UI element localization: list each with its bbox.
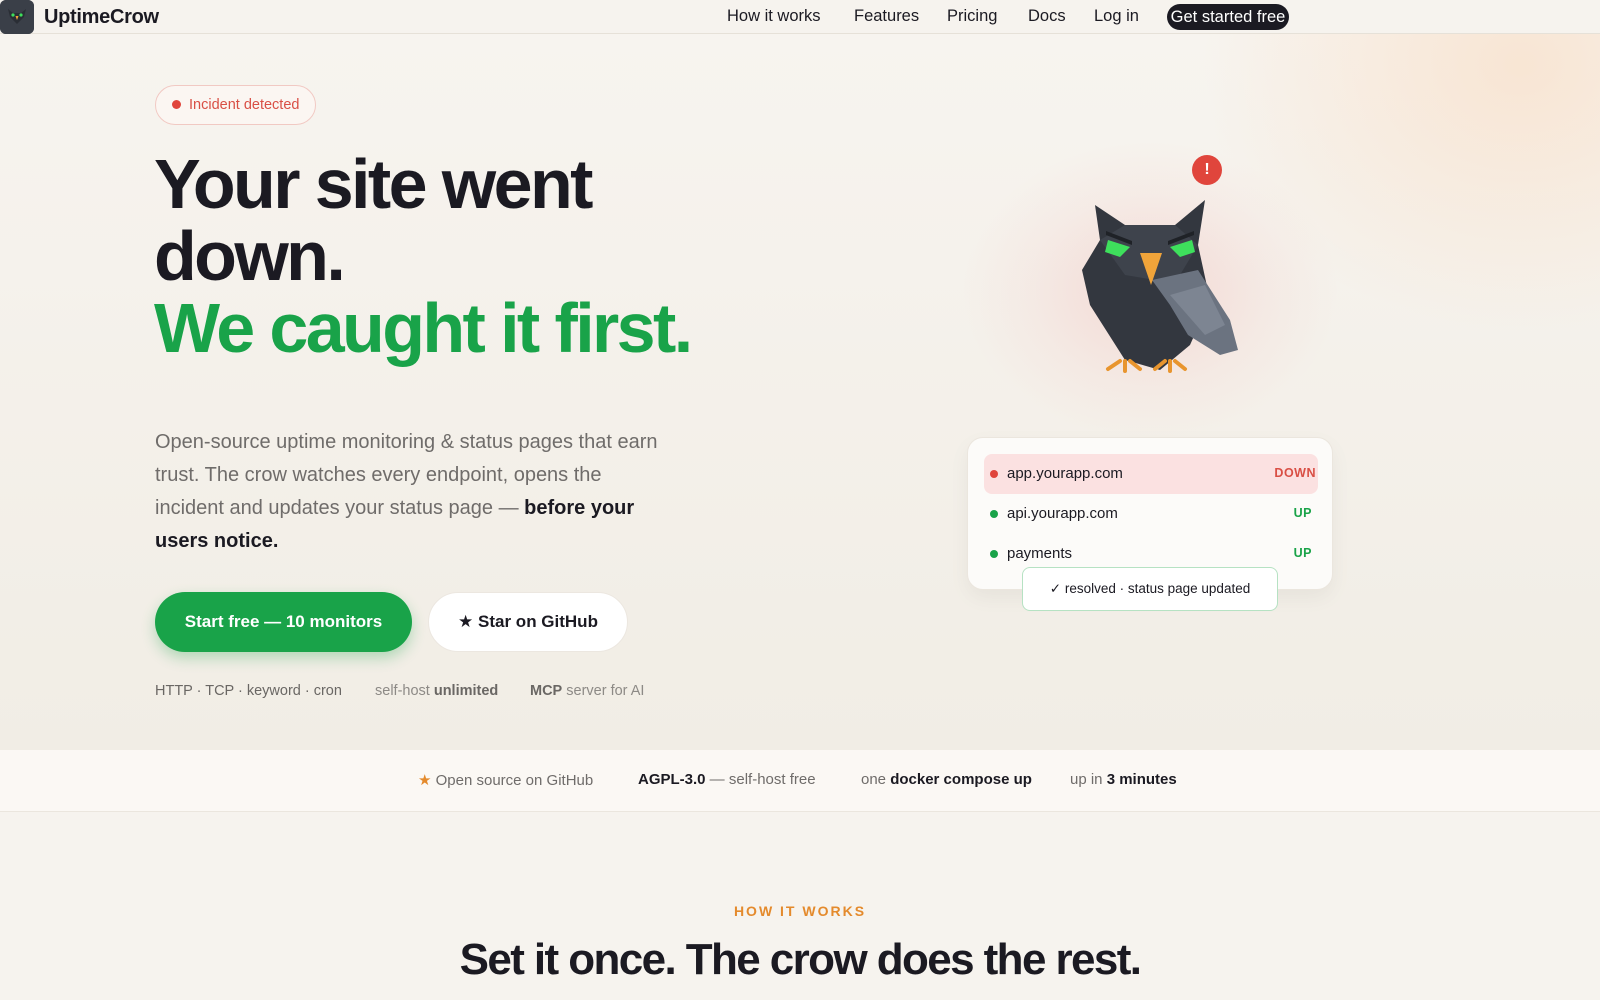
how-it-works-title: Set it once. The crow does the rest. <box>459 935 1142 984</box>
nav-link-pricing[interactable]: Pricing <box>947 7 997 26</box>
strip-docker-bold: docker compose up <box>890 771 1032 788</box>
hero-lead: Open-source uptime monitoring & status p… <box>155 426 675 558</box>
start-free-button[interactable]: Start free — 10 monitors <box>155 592 412 652</box>
feature-mcp: MCP server for AI <box>530 683 644 699</box>
feature-self-host-bold: unlimited <box>433 683 499 699</box>
trust-strip: ★ Open source on GitHub AGPL-3.0 — self-… <box>0 750 1600 812</box>
status-dot-icon <box>990 470 998 478</box>
status-host: app.yourapp.com <box>1007 465 1123 482</box>
status-state: UP <box>1293 506 1312 520</box>
hero-headline: Your site went down. We caught it first. <box>154 148 804 364</box>
strip-setup-pre: up in <box>1070 771 1107 788</box>
hero-section: Incident detected Your site went down. W… <box>0 34 1600 750</box>
headline-line-2: down. <box>154 217 346 295</box>
crow-logo-icon[interactable] <box>0 0 34 34</box>
feature-self-host-pre: self-host <box>375 683 434 699</box>
nav-link-log-in[interactable]: Log in <box>1094 7 1139 26</box>
headline-line-1: Your site went <box>154 145 593 223</box>
strip-setup-bold: 3 minutes <box>1106 771 1177 788</box>
strip-github-label: Open source on GitHub <box>435 772 594 789</box>
feature-mcp-rest: server for AI <box>562 683 645 699</box>
strip-item-docker: one docker compose up <box>861 771 1032 788</box>
feature-self-host: self-host unlimited <box>375 683 498 699</box>
star-icon: ★ <box>418 772 432 789</box>
alert-icon: ! <box>1192 155 1222 185</box>
crow-illustration <box>1082 200 1238 373</box>
status-dot-icon <box>990 510 998 518</box>
nav-link-docs[interactable]: Docs <box>1028 7 1066 26</box>
strip-item-license: AGPL-3.0 — self-host free <box>638 771 816 788</box>
incident-badge-label: Incident detected <box>189 97 300 113</box>
feature-protocols: HTTP · TCP · keyword · cron <box>155 683 342 699</box>
strip-item-setup-time: up in 3 minutes <box>1070 771 1177 788</box>
alert-dot-icon <box>172 100 181 109</box>
nav-link-how-it-works[interactable]: How it works <box>727 7 821 26</box>
status-row: api.yourapp.com UP <box>984 494 1318 534</box>
feature-protocols-text: HTTP · TCP · keyword · cron <box>155 683 342 699</box>
incident-badge: Incident detected <box>155 85 317 125</box>
top-nav: UptimeCrow How it works Features Pricing… <box>0 0 1600 34</box>
strip-license-rest: — self-host free <box>705 771 816 788</box>
nav-link-features[interactable]: Features <box>854 7 919 26</box>
how-it-works-kicker: HOW IT WORKS <box>733 903 867 919</box>
status-row: app.yourapp.com DOWN <box>984 454 1318 494</box>
get-started-button[interactable]: Get started free <box>1167 4 1289 30</box>
star-on-github-button[interactable]: ★ Star on GitHub <box>428 592 628 652</box>
feature-mcp-bold: MCP <box>530 683 563 699</box>
strip-license-bold: AGPL-3.0 <box>638 771 706 788</box>
headline-line-3: We caught it first. <box>154 289 693 367</box>
status-host: api.yourapp.com <box>1007 505 1118 522</box>
status-state: DOWN <box>1274 466 1316 480</box>
brand-name[interactable]: UptimeCrow <box>44 6 159 29</box>
status-state: UP <box>1293 546 1312 560</box>
status-dot-icon <box>990 550 998 558</box>
strip-item-github[interactable]: ★ Open source on GitHub <box>418 771 593 789</box>
status-host: payments <box>1007 545 1073 562</box>
resolved-chip: ✓ resolved · status page updated <box>1022 567 1278 611</box>
strip-docker-pre: one <box>861 771 891 788</box>
